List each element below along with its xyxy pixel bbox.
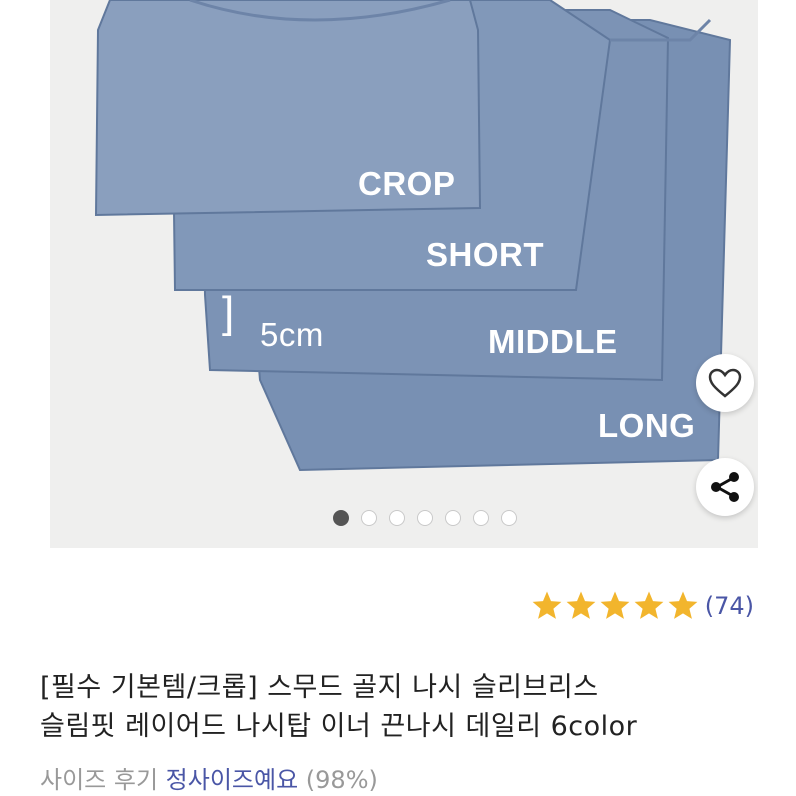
carousel-dot[interactable]	[333, 510, 349, 526]
size-review-percent: (98%)	[305, 766, 378, 794]
review-count[interactable]: (74)	[705, 592, 754, 620]
star-icon	[566, 591, 596, 619]
carousel-dot[interactable]	[417, 510, 433, 526]
carousel-dot[interactable]	[445, 510, 461, 526]
product-title-line: 슬림핏 레이어드 나시탑 이너 끈나시 데일리 6color	[40, 711, 638, 742]
label-bracket: ]	[222, 288, 235, 337]
carousel-indicator	[333, 510, 517, 526]
label-crop: CROP	[358, 165, 456, 202]
product-photo-illustration	[94, 0, 732, 472]
label-middle: MIDDLE	[488, 323, 618, 360]
star-icon	[668, 591, 698, 619]
heart-icon	[708, 368, 742, 398]
star-icon	[600, 591, 630, 619]
product-title[interactable]: [필수 기본템/크롭] 스무드 골지 나시 슬리브리스 슬림핏 레이어드 나시탑…	[40, 668, 770, 746]
share-button[interactable]	[696, 458, 754, 516]
carousel-dot[interactable]	[473, 510, 489, 526]
star-icon	[634, 591, 664, 619]
carousel-dot[interactable]	[501, 510, 517, 526]
rating-summary[interactable]: (74)	[531, 590, 754, 621]
size-review-label: 사이즈 후기	[40, 766, 159, 794]
product-image[interactable]: CROP SHORT ] 5cm MIDDLE LONG	[50, 0, 758, 548]
product-title-line: [필수 기본템/크롭] 스무드 골지 나시 슬리브리스	[40, 672, 599, 703]
label-long: LONG	[598, 407, 696, 444]
star-icon	[532, 591, 562, 619]
share-icon	[711, 472, 739, 502]
label-measure: 5cm	[260, 316, 324, 353]
carousel-dot[interactable]	[361, 510, 377, 526]
carousel-dot[interactable]	[389, 510, 405, 526]
label-short: SHORT	[426, 236, 544, 273]
size-review[interactable]: 사이즈 후기 정사이즈예요 (98%)	[40, 760, 378, 795]
star-rating	[531, 590, 699, 621]
wishlist-button[interactable]	[696, 354, 754, 412]
size-review-value: 정사이즈예요	[165, 766, 299, 794]
